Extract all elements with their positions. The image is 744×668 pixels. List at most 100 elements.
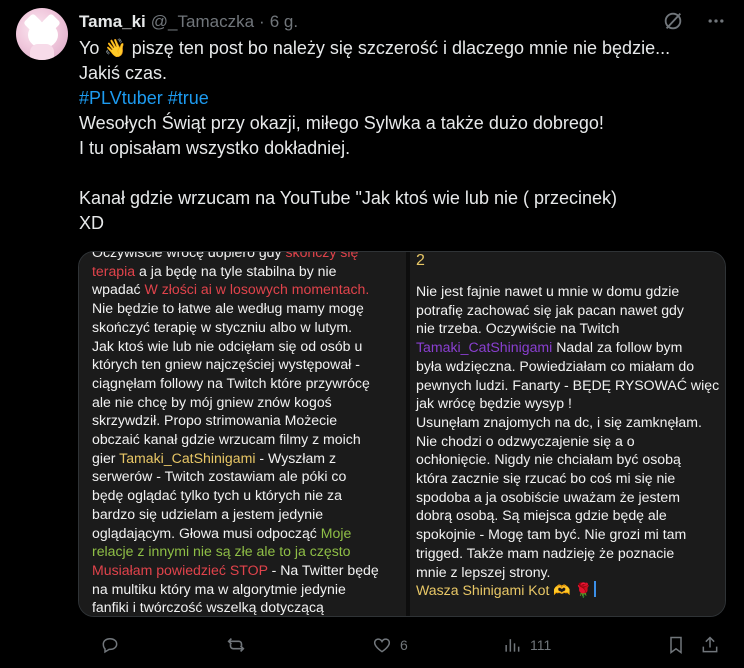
image-text-segment: 🫶: [553, 582, 571, 599]
image-text-line: ciągnęłam followy na Twitch które przywr…: [92, 374, 379, 393]
image-text-line: serwerów - Twitch zostawiam ale póki co: [92, 467, 379, 486]
repost-button[interactable]: [225, 631, 255, 659]
image-text-segment: która zacznie się rzucać bo coś mi się n…: [416, 470, 676, 487]
image-text-line: spokojnie - Mogę tam być. Nie grozi mi t…: [416, 525, 719, 544]
page-number: 2: [416, 252, 425, 269]
image-text-segment: Tamaki_CatShinigami: [119, 449, 256, 466]
image-text-segment: spodoba a ja osobiście uważam że jestem: [416, 488, 681, 505]
image-text-segment: Nie jest fajnie nawet u mnie w domu gdzi…: [416, 283, 680, 299]
image-text-segment: fanfiki i twórczość wszelką dotyczącą: [92, 599, 324, 616]
image-text-line: ale nie chcę by mój gniew znów kogoś: [92, 393, 379, 412]
reply-button[interactable]: [100, 631, 128, 659]
image-text-segment: nie trzeba. Oczywiście na Twitch: [416, 320, 620, 337]
image-text-line: Oczywiście wrócę dopiero gdy skończy się: [92, 252, 379, 262]
image-text-line: Jak ktoś wie lub nie odcięłam się od osó…: [92, 337, 379, 356]
avatar-body: [30, 44, 54, 60]
like-button[interactable]: 6: [372, 631, 408, 659]
image-left-text: Oczywiście wrócę dopiero gdy skończy się…: [92, 252, 379, 616]
grok-icon[interactable]: [662, 10, 684, 32]
image-text-segment: - Wyszłam z: [255, 449, 337, 466]
image-text-line: skończyć terapię w styczniu albo w lutym…: [92, 318, 379, 337]
image-text-segment: Usunęłam znajomych na dc, i się zamknęła…: [416, 413, 702, 430]
tweet-text-segment: Yo: [79, 38, 105, 58]
user-handle[interactable]: @_Tamaczka: [151, 12, 254, 32]
image-text-line: wpadać W złości ai w losowych momentach.: [92, 280, 379, 299]
heart-icon: [373, 638, 391, 653]
image-text-segment: była wdzięczna. Powiedziałam co miałam d…: [416, 357, 695, 374]
tweet-text-line: Jakiś czas.: [79, 61, 719, 86]
bookmark-button[interactable]: [666, 631, 686, 659]
image-text-segment: relacje z innymi nie są złe ale to ja cz…: [92, 543, 351, 560]
image-text-line: dobrą osobą. Są miejsca gdzie będę ale: [416, 506, 719, 525]
image-text-line: Wasza Shinigami Kot 🫶 🌹: [416, 581, 719, 600]
tweet-actions: 6 111: [100, 631, 720, 659]
more-icon[interactable]: [706, 11, 726, 31]
image-text-line: była wdzięczna. Powiedziałam co miałam d…: [416, 357, 719, 376]
tweet-text-segment: Kanał gdzie wrzucam na YouTube "Jak ktoś…: [79, 188, 618, 208]
image-text-line: na multiku który ma w algorytmie jedynie: [92, 580, 379, 599]
tweet-image[interactable]: Oczywiście wrócę dopiero gdy skończy się…: [78, 251, 726, 617]
image-text-segment: Tamaki_CatShinigami: [416, 339, 553, 356]
image-text-segment: Moje: [320, 524, 352, 541]
image-text-segment: będę oglądać tylko tych u których nie za: [92, 487, 342, 504]
image-text-segment: 🌹: [570, 582, 593, 599]
image-panel-left: Oczywiście wrócę dopiero gdy skończy się…: [79, 252, 406, 616]
views-button[interactable]: 111: [502, 631, 551, 659]
image-text-segment: Wasza Shinigami Kot: [416, 582, 554, 599]
image-text-line: Usunęłam znajomych na dc, i się zamknęła…: [416, 413, 719, 432]
image-text-line: trigged. Także mam nadzieję że poznacie: [416, 544, 719, 563]
tweet-text-line: XD: [79, 211, 719, 236]
image-text-segment: serwerów - Twitch zostawiam ale póki co: [92, 468, 347, 485]
image-text-line: obczaić kanał gdzie wrzucam filmy z moic…: [92, 430, 379, 449]
image-text-line: których ten gniew najczęściej występował…: [92, 355, 379, 374]
tweet-text-segment: I tu opisałam wszystko dokładniej.: [79, 138, 351, 158]
image-text-segment: gier: [92, 449, 120, 466]
avatar[interactable]: [16, 8, 68, 60]
image-text-segment: bardzo się udzielam a jestem jedynie: [92, 505, 324, 522]
text-cursor: [594, 581, 597, 598]
image-text-line: fanfiki i twórczość wszelką dotyczącą: [92, 598, 379, 616]
views-count: 111: [530, 637, 552, 653]
image-text-segment: wpadać: [92, 281, 145, 298]
image-text-segment: których ten gniew najczęściej występował…: [92, 356, 360, 373]
image-text-line: nie trzeba. Oczywiście na Twitch: [416, 319, 719, 338]
hashtag-link[interactable]: #PLVtuber: [79, 88, 163, 108]
image-text-line: Musiałam powiedzieć STOP - Na Twitter bę…: [92, 561, 379, 580]
image-text-segment: Musiałam powiedzieć STOP: [92, 561, 268, 578]
image-text-segment: spokojnie - Mogę tam być. Nie grozi mi t…: [416, 526, 687, 543]
share-icon: [702, 636, 718, 653]
image-text-segment: Oczywiście wrócę dopiero gdy: [92, 252, 286, 260]
image-text-segment: pewnych ludzi. Fanarty - BĘDĘ RYSOWAĆ wi…: [416, 376, 720, 393]
tweet-text-segment: Wesołych Świąt przy okazji, miłego Sylwk…: [79, 113, 604, 133]
image-text-line: terapia a ja będę na tyle stabilna by ni…: [92, 262, 379, 281]
like-count: 6: [400, 637, 408, 653]
display-name[interactable]: Tama_ki: [79, 12, 146, 32]
image-right-text: Nie jest fajnie nawet u mnie w domu gdzi…: [416, 282, 719, 600]
tweet-text-line: [79, 161, 719, 186]
image-text-segment: Nie chodzi o odzwyczajenie się a o: [416, 432, 635, 449]
image-text-line: spodoba a ja osobiście uważam że jestem: [416, 488, 719, 507]
bookmark-icon: [670, 636, 682, 654]
timestamp[interactable]: 6 g.: [270, 12, 298, 32]
image-text-segment: potrafię zachować się jak pacan nawet gd…: [416, 301, 684, 318]
image-text-line: która zacznie się rzucać bo coś mi się n…: [416, 469, 719, 488]
image-text-line: oglądającym. Głowa musi odpocząć Moje: [92, 524, 379, 543]
image-text-segment: na multiku który ma w algorytmie jedynie: [92, 580, 346, 597]
tweet-text-line: #PLVtuber #true: [79, 86, 719, 111]
tweet-text-line: Wesołych Świąt przy okazji, miłego Sylwk…: [79, 111, 719, 136]
image-text-segment: terapia: [92, 262, 136, 279]
image-text-segment: mnie z lepszej strony.: [416, 563, 551, 580]
image-text-segment: oglądającym. Głowa musi odpocząć: [92, 524, 321, 541]
reply-icon: [102, 637, 118, 654]
hashtag-link[interactable]: #true: [168, 88, 209, 108]
share-button[interactable]: [700, 631, 720, 659]
image-text-segment: skończyć terapię w styczniu albo w lutym…: [92, 318, 353, 335]
image-text-line: Nie jest fajnie nawet u mnie w domu gdzi…: [416, 282, 719, 301]
image-text-line: gier Tamaki_CatShinigami - Wyszłam z: [92, 449, 379, 468]
image-text-line: ochłonięcie. Nigdy nie chciałam być osob…: [416, 450, 719, 469]
image-text-segment: Nadal za follow bym: [552, 339, 683, 356]
tweet-text-line: Yo 👋 piszę ten post bo należy się szczer…: [79, 36, 719, 61]
image-panel-right: 2 Nie jest fajnie nawet u mnie w domu gd…: [410, 252, 725, 616]
tweet-text-line: I tu opisałam wszystko dokładniej.: [79, 136, 719, 161]
image-text-line: mnie z lepszej strony.: [416, 563, 719, 582]
